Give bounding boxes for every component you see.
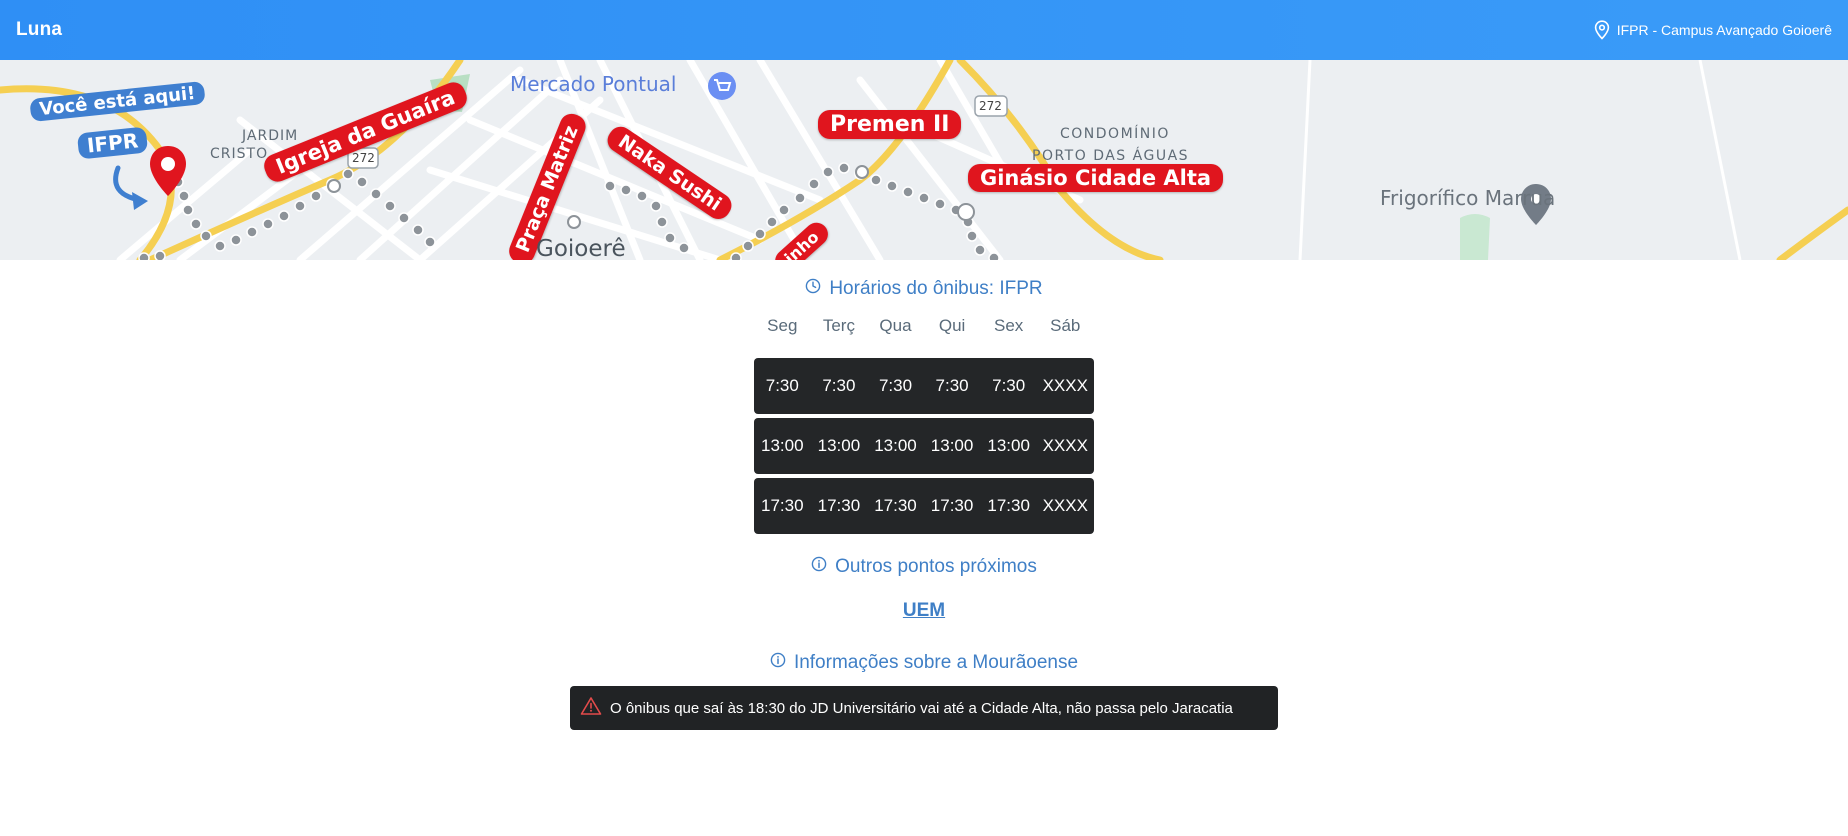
time-cell: 7:30	[822, 376, 856, 395]
time-cell: 7:30	[878, 376, 913, 395]
place-jardim: JARDIM	[242, 128, 299, 144]
time-cell: 13:00	[817, 436, 861, 455]
campus-location[interactable]: IFPR - Campus Avançado Goioerê	[1593, 20, 1832, 40]
time-cell: 13:00	[987, 436, 1030, 455]
nearby-title: Outros pontos próximos	[0, 556, 1848, 578]
route-map[interactable]: Você está aqui! IFPR Igreja da Guaíra Pr…	[0, 60, 1848, 260]
location-label: IFPR - Campus Avançado Goioerê	[1616, 22, 1832, 38]
day-label: Sáb	[1050, 316, 1081, 335]
time-cell: 13:00	[874, 436, 917, 455]
time-cell: 13:00	[761, 436, 804, 455]
place-frigorifico: Frigorífico Marrua	[1380, 186, 1556, 210]
schedule-row: 7:30 7:30 7:30 7:30 7:30 XXXX	[754, 358, 1094, 414]
time-cell: 7:30	[992, 376, 1026, 395]
warning-triangle-icon	[580, 696, 602, 720]
nearby-title-text: Outros pontos próximos	[835, 556, 1037, 577]
time-cell: 17:30	[987, 496, 1030, 515]
time-cell: XXXX	[1042, 496, 1088, 515]
top-navbar: Luna IFPR - Campus Avançado Goioerê	[0, 0, 1848, 60]
info-alert: O ônibus que saí às 18:30 do JD Universi…	[570, 686, 1278, 730]
time-cell: 17:30	[817, 496, 861, 515]
info-title-text: Informações sobre a Mourãoense	[793, 652, 1079, 673]
clock-icon	[805, 278, 821, 300]
map-pin-icon	[1593, 20, 1611, 40]
time-cell: 17:30	[761, 496, 804, 515]
day-label: Terç	[822, 316, 855, 335]
road-shield-272-a: 272	[352, 151, 375, 165]
day-label: Seg	[767, 316, 798, 335]
place-cristo: CRISTO	[210, 146, 269, 162]
time-cell: XXXX	[1042, 376, 1088, 395]
schedule-table: 7:30 7:30 7:30 7:30 7:30 XXXX 13:00 13:0…	[754, 358, 1094, 538]
weekday-header: Seg Terç Qua Qui Sex Sáb	[754, 316, 1094, 336]
road-shield-272-b: 272	[979, 99, 1002, 113]
schedule-title: Horários do ônibus: IFPR	[0, 278, 1848, 300]
day-label: Sex	[994, 316, 1024, 335]
nearby-stop-link-uem[interactable]: UEM	[0, 600, 1848, 622]
time-cell: 17:30	[874, 496, 917, 515]
time-cell: 13:00	[930, 436, 974, 455]
schedule-row: 13:00 13:00 13:00 13:00 13:00 XXXX	[754, 418, 1094, 474]
day-label: Qui	[938, 316, 966, 335]
time-cell: XXXX	[1042, 436, 1088, 455]
info-icon	[811, 556, 827, 578]
time-cell: 7:30	[765, 376, 799, 395]
stop-label-ginasio[interactable]: Ginásio Cidade Alta	[968, 164, 1224, 192]
schedule-title-text: Horários do ônibus: IFPR	[829, 278, 1043, 299]
alert-text: O ônibus que saí às 18:30 do JD Universi…	[610, 699, 1233, 717]
place-goioere: Goioerê	[536, 236, 626, 260]
place-condominio: CONDOMÍNIO	[1060, 126, 1170, 142]
schedule-row: 17:30 17:30 17:30 17:30 17:30 XXXX	[754, 478, 1094, 534]
time-cell: 7:30	[935, 376, 969, 395]
info-title: Informações sobre a Mourãoense	[0, 652, 1848, 674]
app-brand[interactable]: Luna	[16, 19, 62, 41]
place-mercado: Mercado Pontual	[510, 72, 677, 96]
stop-label-premen[interactable]: Premen II	[818, 110, 962, 139]
place-porto: PORTO DAS ÁGUAS	[1032, 148, 1190, 164]
info-icon	[770, 652, 786, 674]
time-cell: 17:30	[930, 496, 974, 515]
day-label: Qua	[879, 316, 912, 335]
